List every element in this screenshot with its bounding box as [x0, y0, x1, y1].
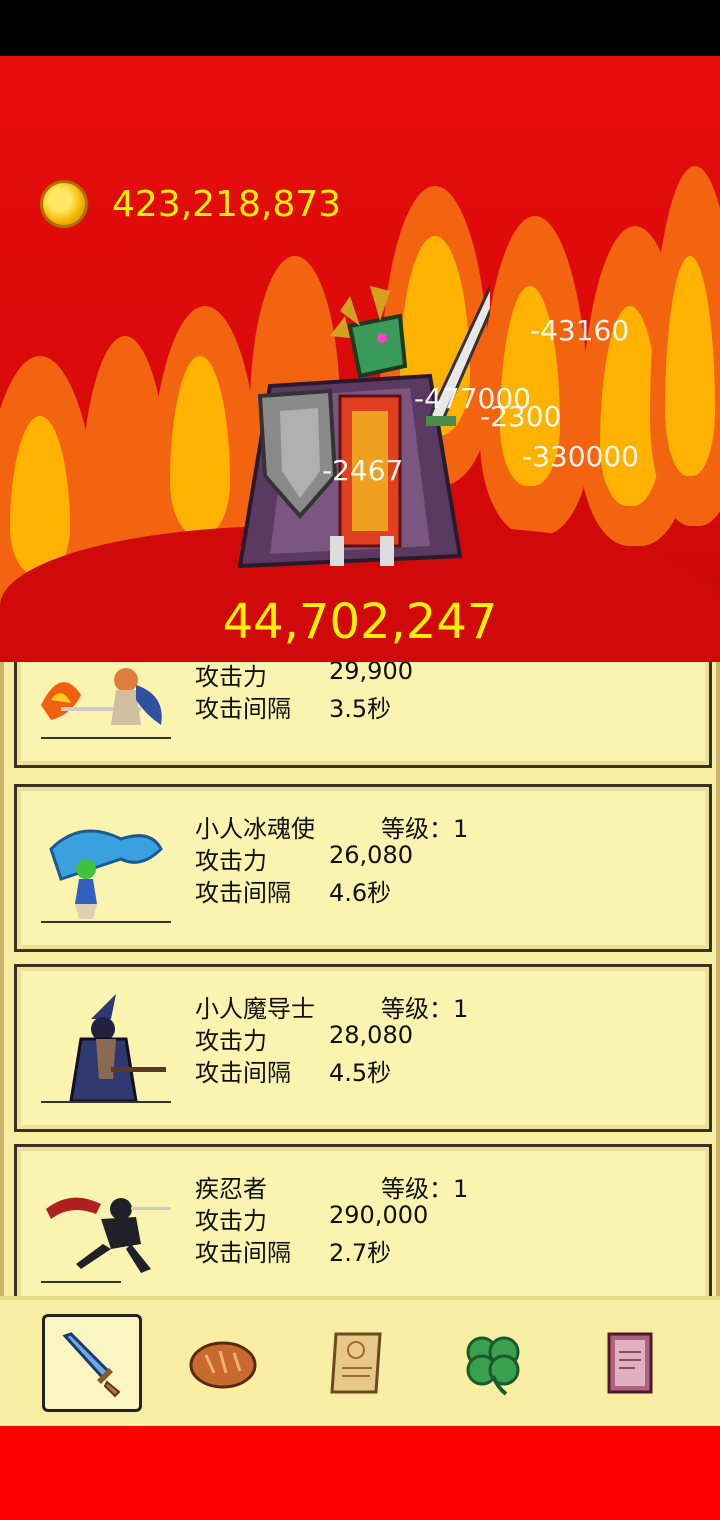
hero-list[interactable]: 攻击力 29,900 攻击间隔 3.5秒 小人冰魂使 等级：1 攻击力 26,0…: [0, 662, 720, 1296]
swift-ninja-icon: [41, 1197, 171, 1283]
interval-value: 2.7秒: [329, 1239, 392, 1267]
hero-level: 等级：1: [381, 995, 469, 1023]
interval-value: 3.5秒: [329, 695, 392, 723]
sword-icon: [62, 1332, 121, 1398]
interval-label: 攻击间隔: [195, 879, 291, 907]
nav-tab-luck[interactable]: [443, 1314, 543, 1412]
hero-name: 小人魔导士: [195, 995, 315, 1023]
attack-label: 攻击力: [195, 847, 267, 875]
gold-coin-icon: [40, 180, 88, 228]
nav-tab-book[interactable]: [580, 1314, 680, 1412]
bottom-banner: [0, 1426, 720, 1520]
bread-icon: [189, 1341, 257, 1389]
dark-mage-icon: [41, 994, 171, 1103]
attack-value: 29,900: [329, 662, 413, 685]
ice-spirit-summoner-icon: [41, 829, 171, 923]
interval-label: 攻击间隔: [195, 1059, 291, 1087]
attack-label: 攻击力: [195, 1207, 267, 1235]
hero-card[interactable]: 小人冰魂使 等级：1 攻击力 26,080 攻击间隔 4.6秒: [14, 784, 712, 952]
attack-value: 28,080: [329, 1021, 413, 1049]
boss-hp: 44,702,247: [222, 594, 498, 650]
interval-label: 攻击间隔: [195, 695, 291, 723]
status-bar: [0, 0, 720, 56]
hero-name: 小人冰魂使: [195, 815, 315, 843]
attack-value: 290,000: [329, 1201, 429, 1229]
dragon-knight-boss[interactable]: [230, 276, 490, 576]
hero-card[interactable]: 攻击力 29,900 攻击间隔 3.5秒: [14, 662, 712, 768]
interval-value: 4.6秒: [329, 879, 392, 907]
damage-number: -2467: [322, 454, 404, 487]
attack-label: 攻击力: [195, 663, 267, 691]
hero-card[interactable]: 疾忍者 等级：1 攻击力 290,000 攻击间隔 2.7秒: [14, 1144, 712, 1296]
nav-tab-heroes[interactable]: [42, 1314, 142, 1412]
hero-level: 等级：1: [381, 1175, 469, 1203]
interval-label: 攻击间隔: [195, 1239, 291, 1267]
hero-name: 疾忍者: [195, 1175, 267, 1203]
nav-tab-food[interactable]: [173, 1314, 273, 1412]
fire-swordswoman-icon: [41, 668, 171, 739]
nav-tab-scroll[interactable]: [308, 1314, 408, 1412]
clover-icon: [466, 1336, 520, 1396]
book-icon: [607, 1332, 653, 1394]
hero-card[interactable]: 小人魔导士 等级：1 攻击力 28,080 攻击间隔 4.5秒: [14, 964, 712, 1132]
attack-label: 攻击力: [195, 1027, 267, 1055]
attack-value: 26,080: [329, 841, 413, 869]
hero-level: 等级：1: [381, 815, 469, 843]
bottom-nav: [0, 1296, 720, 1426]
currency-display: 423,218,873: [40, 180, 341, 228]
damage-number: -330000: [522, 440, 639, 473]
interval-value: 4.5秒: [329, 1059, 392, 1087]
gold-amount: 423,218,873: [112, 183, 342, 225]
battle-scene: 423,218,873 -43160 -477000 -2300 -330000…: [0, 56, 720, 662]
damage-number: -2300: [480, 400, 562, 433]
scroll-icon: [330, 1332, 382, 1394]
damage-number: -43160: [530, 314, 630, 347]
